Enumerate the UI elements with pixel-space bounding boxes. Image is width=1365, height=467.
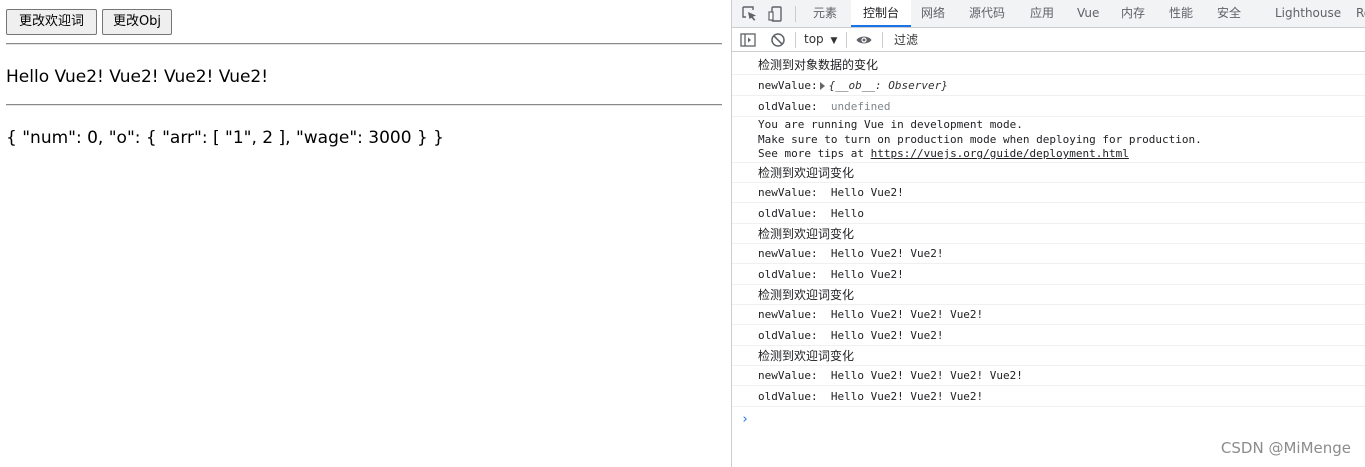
devtools-tab-bar: 元素 控制台 网络 源代码 应用 Vue 内存 性能 安全 Lighthouse… [732, 0, 1365, 28]
tab-console[interactable]: 控制台 [851, 0, 912, 27]
console-log: 检测到对象数据的变化 newValue: {__ob__: Observer} o… [732, 55, 1365, 407]
tab-sources[interactable]: 源代码 [969, 0, 1005, 27]
tab-elements[interactable]: 元素 [813, 0, 837, 27]
log-entry-multiline: You are running Vue in development mode.… [732, 117, 1365, 163]
log-line: See more tips at https://vuejs.org/guide… [758, 147, 1365, 162]
log-value: undefined [830, 100, 891, 113]
log-message: 检测到对象数据的变化 [732, 55, 1365, 75]
log-key: newValue: [758, 79, 818, 92]
log-message: 检测到欢迎词变化 [732, 224, 1365, 244]
log-entry: newValue: Hello Vue2! [732, 183, 1365, 203]
log-key: oldValue: [758, 268, 818, 281]
watermark: CSDN @MiMenge [1220, 439, 1351, 457]
divider [6, 104, 722, 106]
tab-lighthouse[interactable]: Lighthouse [1275, 0, 1341, 27]
change-greeting-button[interactable]: 更改欢迎词 [6, 9, 97, 35]
sidebar-toggle-icon[interactable] [739, 31, 757, 49]
tab-performance[interactable]: 性能 [1169, 0, 1193, 27]
log-entry: newValue: Hello Vue2! Vue2! Vue2! [732, 305, 1365, 325]
context-label: top [804, 32, 824, 46]
log-key: oldValue: [758, 329, 818, 342]
deployment-link[interactable]: https://vuejs.org/guide/deployment.html [871, 147, 1129, 160]
console-prompt[interactable]: › [741, 412, 749, 427]
log-key: newValue: [758, 308, 818, 321]
log-value: Hello [830, 207, 864, 220]
log-value: Hello Vue2! Vue2! Vue2! [830, 308, 984, 321]
log-value: Hello Vue2! [830, 186, 904, 199]
log-key: oldValue: [758, 100, 818, 113]
log-entry: newValue: Hello Vue2! Vue2! Vue2! Vue2! [732, 366, 1365, 386]
log-entry: oldValue: Hello Vue2! [732, 264, 1365, 285]
log-key: oldValue: [758, 207, 818, 220]
log-entry: oldValue: Hello Vue2! Vue2! Vue2! [732, 386, 1365, 407]
eye-icon[interactable] [855, 31, 873, 49]
log-entry: oldValue: Hello [732, 203, 1365, 224]
app-page: 更改欢迎词 更改Obj Hello Vue2! Vue2! Vue2! Vue2… [0, 0, 731, 467]
dropdown-arrow-icon: ▼ [830, 36, 838, 46]
log-value: Hello Vue2! Vue2! [830, 247, 944, 260]
separator [882, 32, 883, 48]
log-message: 检测到欢迎词变化 [732, 163, 1365, 183]
inspect-icon[interactable] [740, 4, 760, 24]
separator [795, 6, 796, 22]
log-key: newValue: [758, 369, 818, 382]
tab-recorder[interactable]: Re [1356, 0, 1365, 27]
tab-network[interactable]: 网络 [921, 0, 945, 27]
divider [6, 43, 722, 45]
log-message: 检测到欢迎词变化 [732, 346, 1365, 366]
console-filter-input[interactable] [890, 30, 1365, 49]
log-entry: newValue: Hello Vue2! Vue2! [732, 244, 1365, 264]
log-line: You are running Vue in development mode. [758, 118, 1023, 131]
tab-security[interactable]: 安全 [1217, 0, 1241, 27]
log-object[interactable]: {__ob__: Observer} [829, 79, 948, 92]
log-entry: oldValue: Hello Vue2! Vue2! [732, 325, 1365, 346]
greeting-text: Hello Vue2! Vue2! Vue2! Vue2! [6, 67, 269, 87]
log-line-prefix: See more tips at [758, 147, 871, 160]
device-toggle-icon[interactable] [766, 4, 786, 24]
log-key: oldValue: [758, 390, 818, 403]
separator [795, 32, 796, 48]
log-value: Hello Vue2! Vue2! Vue2! Vue2! [830, 369, 1023, 382]
context-selector[interactable]: top ▼ [804, 32, 837, 46]
tab-vue[interactable]: Vue [1077, 0, 1099, 27]
log-value: Hello Vue2! Vue2! Vue2! [830, 390, 984, 403]
tab-application[interactable]: 应用 [1030, 0, 1054, 27]
log-entry: oldValue: undefined [732, 96, 1365, 117]
log-value: Hello Vue2! Vue2! [830, 329, 944, 342]
tab-memory[interactable]: 内存 [1121, 0, 1145, 27]
log-key: newValue: [758, 247, 818, 260]
console-toolbar: top ▼ [732, 28, 1365, 52]
log-value: Hello Vue2! [830, 268, 904, 281]
change-obj-button[interactable]: 更改Obj [102, 9, 172, 35]
devtools-panel: 元素 控制台 网络 源代码 应用 Vue 内存 性能 安全 Lighthouse… [731, 0, 1365, 467]
expand-arrow-icon[interactable] [819, 82, 825, 90]
log-entry: newValue: {__ob__: Observer} [732, 75, 1365, 96]
log-line: Make sure to turn on production mode whe… [758, 132, 1202, 146]
object-dump: { "num": 0, "o": { "arr": [ "1", 2 ], "w… [6, 128, 444, 148]
log-message: 检测到欢迎词变化 [732, 285, 1365, 305]
clear-console-icon[interactable] [769, 31, 787, 49]
log-key: newValue: [758, 186, 818, 199]
separator [846, 32, 847, 48]
